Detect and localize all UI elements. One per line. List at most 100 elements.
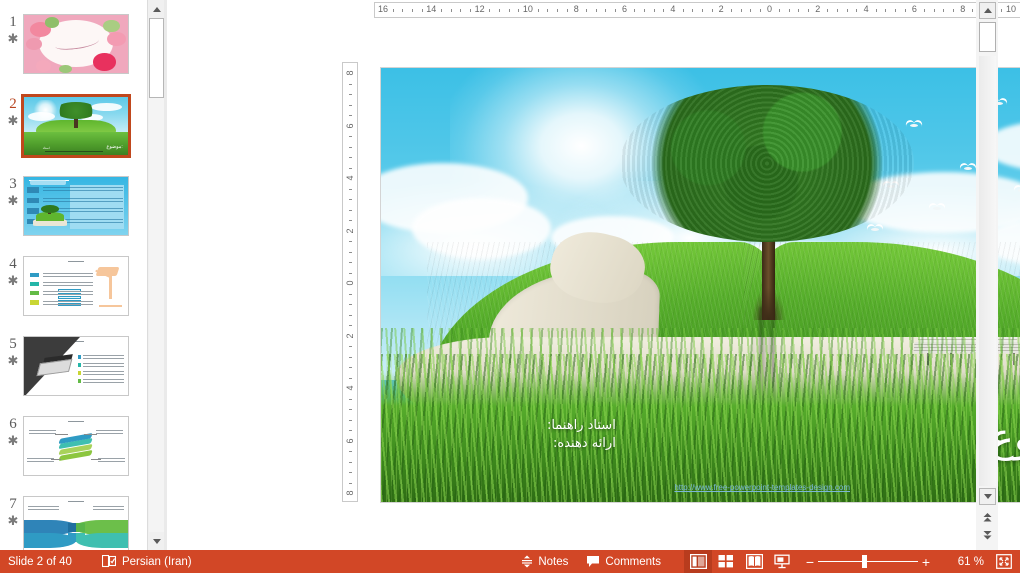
slide-area-scrollbar[interactable] [976, 0, 998, 550]
thumbnail-slide-6[interactable]: 6 ✱ [0, 416, 140, 496]
thumbnail-slide-2[interactable]: 2 ✱ موضوع: استاد [0, 94, 140, 176]
caret-down-icon [152, 538, 161, 544]
language-area[interactable]: Persian (Iran) [101, 555, 192, 568]
foreground-grass-blades [381, 354, 1020, 502]
ruler-tick [489, 9, 491, 12]
ruler-label: 4 [345, 385, 355, 391]
ruler-tick [895, 9, 897, 12]
slide-scroll-up-button[interactable] [979, 2, 996, 19]
proofing-icon[interactable] [101, 555, 116, 568]
thumbnail-number: 4 [9, 256, 17, 272]
animation-star-icon[interactable]: ✱ [5, 514, 21, 527]
ruler-tick [349, 377, 352, 379]
ruler-tick [556, 9, 558, 12]
zoom-out-button[interactable]: − [802, 554, 818, 570]
ruler-tick [349, 461, 352, 463]
ruler-tick [349, 167, 352, 169]
reading-view-button[interactable] [740, 550, 768, 573]
slide-thumbnail-panel[interactable]: 1 ✱ 2 ✱ موضوع: استاد 3 ✱ 4 ✱ 5 ✱ 6 ✱ 7 ✱ [0, 0, 147, 550]
ruler-label: 6 [622, 4, 628, 14]
animation-star-icon[interactable]: ✱ [5, 114, 21, 127]
slide-counter[interactable]: Slide 2 of 40 [8, 556, 72, 568]
ruler-label: 2 [345, 332, 355, 339]
ruler-tick [349, 157, 352, 158]
ruler-label: 4 [345, 175, 355, 181]
slide-scroll-thumb[interactable] [979, 22, 996, 52]
comments-label: Comments [605, 555, 661, 568]
animation-star-icon[interactable]: ✱ [5, 32, 21, 45]
thumbnail-slide-7[interactable]: 7 ✱ [0, 496, 140, 550]
thumbnail-scroll-thumb[interactable] [149, 18, 164, 98]
thumbnail-scroll-down-button[interactable] [149, 533, 164, 549]
notes-arrows-icon [521, 555, 533, 568]
next-slide-button[interactable] [980, 528, 995, 543]
ruler-tick [349, 83, 352, 85]
thumbnail-slide-3[interactable]: 3 ✱ [0, 176, 140, 256]
ruler-label: 2 [345, 227, 355, 234]
thumbnail-scroll-up-button[interactable] [149, 1, 164, 17]
zoom-slider-handle[interactable] [862, 555, 867, 568]
animation-star-icon[interactable]: ✱ [5, 274, 21, 287]
ruler-tick [349, 482, 352, 484]
ruler-tick [566, 9, 568, 12]
caret-up-icon [152, 6, 161, 12]
thumbnail-image[interactable] [23, 14, 129, 74]
slide-show-view-button[interactable] [768, 550, 796, 573]
notes-label: Notes [538, 555, 569, 568]
tree-crown [620, 85, 914, 242]
thumbnail-image-selected[interactable]: موضوع: استاد [21, 94, 131, 158]
ruler-tick [595, 9, 597, 12]
caret-down-icon [983, 494, 992, 499]
animation-star-icon[interactable]: ✱ [5, 354, 21, 367]
slide-editing-workspace: 1614121086420246810121416 864202468 [167, 0, 1020, 550]
ruler-tick [759, 9, 761, 12]
ruler-label: 6 [345, 437, 355, 444]
ruler-label: 8 [960, 4, 966, 14]
zoom-percent-label[interactable]: 61 % [950, 556, 984, 568]
ruler-label: 6 [345, 122, 355, 129]
ruler-tick [349, 367, 352, 368]
animation-star-icon[interactable]: ✱ [5, 434, 21, 447]
ruler-tick [349, 272, 352, 274]
ruler-tick [943, 9, 945, 12]
language-label[interactable]: Persian (Iran) [122, 556, 192, 568]
fit-to-window-icon [996, 554, 1012, 569]
thumbnail-image[interactable] [23, 416, 129, 476]
animation-star-icon[interactable]: ✱ [5, 194, 21, 207]
vertical-ruler: 8 6 4 2 0 2 4 6 8 [342, 62, 358, 502]
bird-icon [960, 163, 976, 172]
notes-button[interactable]: Notes [512, 550, 577, 573]
zoom-in-button[interactable]: + [918, 554, 934, 570]
thumbnail-image[interactable] [23, 256, 129, 316]
thumbnail-image[interactable] [23, 176, 129, 236]
normal-view-button[interactable] [684, 550, 712, 573]
ruler-label: 0 [766, 4, 773, 14]
ruler-label: 2 [718, 4, 724, 14]
slide-subtitle-text[interactable]: استاد راهنما: ارائه دهنده: [547, 417, 616, 452]
previous-slide-button[interactable] [980, 510, 995, 525]
fit-slide-to-window-button[interactable] [992, 550, 1016, 573]
slide-canvas[interactable]: موضوع: استاد راهنما: ارائه دهنده: http:/… [380, 67, 1020, 503]
thumbnail-slide-1[interactable]: 1 ✱ [0, 14, 140, 94]
ruler-tick [349, 304, 352, 305]
template-watermark-link[interactable]: http://www.free-powerpoint-templates-des… [674, 483, 850, 492]
ruler-tick [349, 94, 352, 95]
slide-sorter-icon [718, 555, 733, 568]
thumbnail-panel-scrollbar[interactable] [147, 0, 164, 550]
thumbnail-slide-4[interactable]: 4 ✱ [0, 256, 140, 336]
thumbnail-number: 3 [9, 176, 17, 192]
comments-button[interactable]: Comments [577, 550, 670, 573]
thumbnail-image[interactable] [23, 336, 129, 396]
zoom-slider-track[interactable] [818, 558, 918, 565]
ruler-tick [411, 9, 413, 12]
thumbnail-slide-5[interactable]: 5 ✱ [0, 336, 140, 416]
slide-sorter-view-button[interactable] [712, 550, 740, 573]
ruler-tick [349, 251, 352, 253]
slide-scroll-down-button[interactable] [979, 488, 996, 505]
ruler-tick [440, 9, 442, 12]
zoom-control[interactable]: − + [796, 550, 940, 573]
ruler-tick [349, 293, 352, 295]
ruler-label: 8 [345, 70, 355, 76]
thumbnail-image[interactable] [23, 496, 129, 550]
ruler-label: 4 [670, 4, 676, 14]
